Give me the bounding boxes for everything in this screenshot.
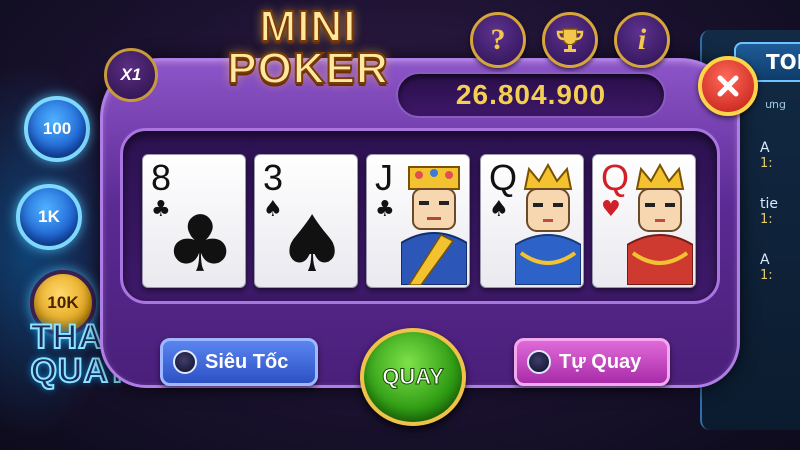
top-panel-row: A 1:: [760, 252, 794, 292]
fast-spin-toggle[interactable]: Siêu Tốc: [160, 338, 318, 386]
question-icon: ?: [490, 23, 506, 56]
queen-face-icon: [627, 163, 693, 285]
top-panel-row-name: A: [760, 252, 770, 268]
card-rank: 8: [151, 157, 172, 198]
jack-face-icon: [401, 166, 467, 285]
bet-chip-100[interactable]: 100: [24, 96, 90, 162]
multiplier-badge[interactable]: X1: [104, 48, 158, 102]
top-panel-row: A 1:: [760, 140, 794, 180]
card-rank: J: [375, 157, 393, 198]
info-icon: i: [637, 23, 647, 56]
fast-spin-label: Siêu Tốc: [205, 350, 289, 373]
auto-spin-toggle[interactable]: Tự Quay: [514, 338, 670, 386]
top-panel-row-name: A: [760, 140, 770, 156]
club-icon: ♣: [165, 200, 235, 288]
queen-face-icon: [515, 163, 581, 285]
card-rank: 3: [263, 157, 284, 198]
spin-button[interactable]: QUAY: [360, 328, 466, 426]
top-panel-subtitle: ưng: [765, 98, 786, 111]
trophy-icon: [556, 28, 584, 52]
playing-card: 3 ♠ ♠: [254, 154, 358, 288]
playing-card: Q ♥: [592, 154, 696, 288]
top-panel-row-value: 1:: [760, 156, 773, 171]
playing-card: Q ♠: [480, 154, 584, 288]
leaderboard-button[interactable]: [542, 12, 598, 68]
help-button[interactable]: ?: [470, 12, 526, 68]
title-line2: POKER: [226, 43, 389, 94]
playing-card: J ♣: [366, 154, 470, 288]
game-title: MINI POKER: [196, 0, 420, 96]
close-button[interactable]: [698, 56, 758, 116]
spade-icon: ♠: [489, 197, 509, 222]
radio-icon: [173, 350, 197, 374]
jackpot-balance: 26.804.900: [396, 72, 666, 118]
club-icon: ♣: [375, 197, 395, 222]
card-rank: Q: [489, 157, 518, 198]
playing-card: 8 ♣ ♣: [142, 154, 246, 288]
top-panel-row-value: 1:: [760, 268, 773, 283]
card-rank: Q: [601, 157, 630, 198]
spade-icon: ♠: [277, 200, 347, 288]
info-button[interactable]: i: [614, 12, 670, 68]
top-panel-row-value: 1:: [760, 212, 773, 227]
auto-spin-label: Tự Quay: [559, 350, 642, 373]
heart-icon: ♥: [601, 197, 621, 222]
bet-chip-1k[interactable]: 1K: [16, 184, 82, 250]
top-panel-row: tie 1:: [760, 196, 794, 236]
top-panel-row-name: tie: [760, 196, 778, 212]
close-icon: [717, 75, 739, 97]
radio-icon: [527, 350, 551, 374]
